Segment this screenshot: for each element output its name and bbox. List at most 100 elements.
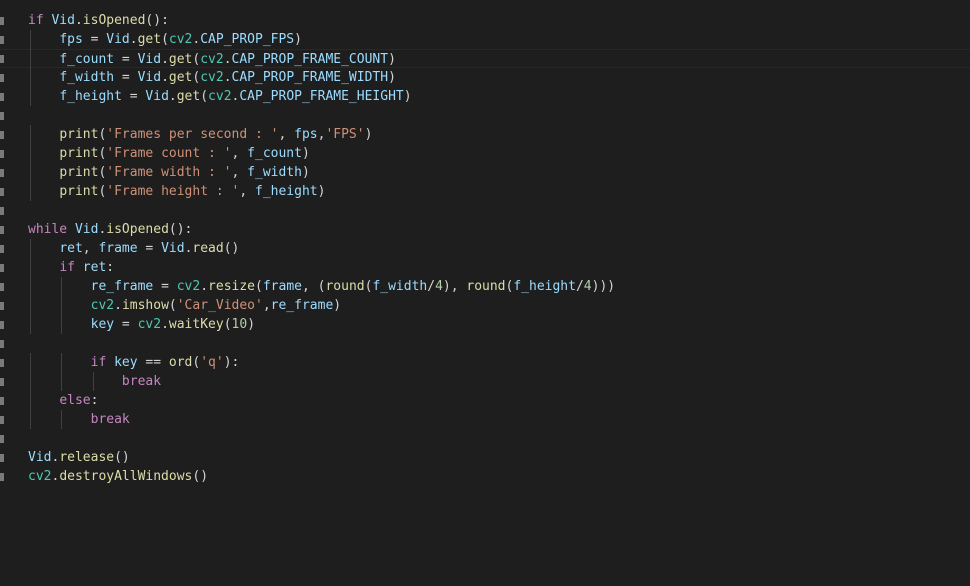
code-token: 'Frame count : ' <box>106 146 232 161</box>
code-token: if <box>59 260 75 275</box>
indent-guide <box>30 144 31 163</box>
code-token: round <box>466 279 506 294</box>
code-editor[interactable]: if Vid.isOpened(): fps = Vid.get(cv2.CAP… <box>0 0 970 586</box>
code-token: . <box>129 32 138 47</box>
code-token: break <box>90 412 130 427</box>
code-token: . <box>161 70 169 85</box>
code-token: ) <box>294 32 302 47</box>
code-line-text: if key == ord('q'): <box>28 353 240 372</box>
code-line[interactable]: if ret: <box>0 258 970 277</box>
code-line[interactable] <box>0 334 970 353</box>
code-token: get <box>176 89 201 104</box>
code-token: . <box>223 70 232 85</box>
code-line[interactable]: print('Frame count : ', f_count) <box>0 144 970 163</box>
code-line-text: cv2.destroyAllWindows() <box>28 467 208 486</box>
code-line[interactable]: ret, frame = Vid.read() <box>0 239 970 258</box>
code-token: frame <box>262 279 302 294</box>
code-line[interactable]: f_width = Vid.get(cv2.CAP_PROP_FRAME_WID… <box>0 68 970 87</box>
code-token: (): <box>145 13 169 28</box>
code-line[interactable] <box>0 429 970 448</box>
gutter-line-marker <box>0 473 4 481</box>
code-token: round <box>325 279 365 294</box>
code-token: == <box>137 355 169 370</box>
code-token: waitKey <box>168 317 224 332</box>
gutter-line-marker <box>0 188 4 196</box>
code-token: Vid <box>137 52 162 67</box>
code-line-text: f_height = Vid.get(cv2.CAP_PROP_FRAME_HE… <box>28 87 411 106</box>
code-line-text: break <box>28 372 161 391</box>
code-token: : <box>106 260 115 275</box>
indent-guide <box>61 277 63 296</box>
code-token: ( <box>223 317 232 332</box>
code-token: Vid <box>74 222 99 237</box>
code-token: . <box>200 279 209 294</box>
code-token: cv2 <box>28 469 52 484</box>
code-token: = <box>114 70 138 85</box>
code-line-text: print('Frame width : ', f_width) <box>28 163 309 182</box>
code-line[interactable]: break <box>0 372 970 391</box>
code-token: . <box>223 52 232 67</box>
code-token: , <box>231 165 248 180</box>
code-line[interactable]: re_frame = cv2.resize(frame, (round(f_wi… <box>0 277 970 296</box>
code-token: get <box>168 52 193 67</box>
code-token: re_frame <box>90 279 154 294</box>
indent-guide <box>30 277 31 296</box>
indent-guide <box>30 353 31 372</box>
code-line[interactable] <box>0 106 970 125</box>
code-token: f_count <box>247 146 302 161</box>
code-line[interactable]: print('Frame width : ', f_width) <box>0 163 970 182</box>
code-line[interactable]: Vid.release() <box>0 448 970 467</box>
code-line[interactable]: fps = Vid.get(cv2.CAP_PROP_FPS) <box>0 30 970 49</box>
code-token: frame <box>98 241 138 256</box>
code-line[interactable] <box>0 201 970 220</box>
code-token: ) <box>388 52 396 67</box>
code-line[interactable]: key = cv2.waitKey(10) <box>0 315 970 334</box>
code-token: CAP_PROP_FRAME_WIDTH <box>231 70 389 85</box>
code-line[interactable]: if key == ord('q'): <box>0 353 970 372</box>
indent-guide <box>30 125 31 144</box>
code-line[interactable]: print('Frames per second : ', fps,'FPS') <box>0 125 970 144</box>
code-line-text: break <box>28 410 130 429</box>
code-line[interactable]: else: <box>0 391 970 410</box>
code-token: imshow <box>121 298 169 313</box>
code-token: destroyAllWindows <box>59 469 193 484</box>
code-line[interactable]: while Vid.isOpened(): <box>0 220 970 239</box>
code-token: fps <box>59 32 83 47</box>
code-token: f_height <box>59 89 122 104</box>
code-line[interactable]: print('Frame height : ', f_height) <box>0 182 970 201</box>
code-line[interactable]: break <box>0 410 970 429</box>
indent-guide <box>30 68 31 87</box>
gutter-line-marker <box>0 264 4 272</box>
code-token: 'Frames per second : ' <box>106 127 279 142</box>
gutter-line-marker <box>0 283 4 291</box>
code-token: print <box>59 127 99 142</box>
code-line[interactable]: f_count = Vid.get(cv2.CAP_PROP_FRAME_COU… <box>0 49 970 68</box>
code-token: , ( <box>301 279 326 294</box>
code-token: f_count <box>59 52 115 67</box>
code-token: ) <box>388 70 396 85</box>
code-token: . <box>168 89 177 104</box>
code-line[interactable]: f_height = Vid.get(cv2.CAP_PROP_FRAME_HE… <box>0 87 970 106</box>
code-line[interactable]: cv2.destroyAllWindows() <box>0 467 970 486</box>
code-line-text: print('Frame count : ', f_count) <box>28 144 309 163</box>
indent-guide <box>30 87 31 106</box>
code-token: CAP_PROP_FRAME_COUNT <box>231 52 389 67</box>
code-line-text: if ret: <box>28 258 114 277</box>
code-token: cv2 <box>208 89 232 104</box>
code-token: , <box>262 298 271 313</box>
indent-guide <box>30 163 31 182</box>
code-line[interactable]: cv2.imshow('Car_Video',re_frame) <box>0 296 970 315</box>
code-token: () <box>192 469 209 484</box>
indent-guide <box>61 353 63 372</box>
code-token: ) <box>333 298 342 313</box>
indent-guide <box>92 372 94 391</box>
code-line[interactable]: if Vid.isOpened(): <box>0 11 970 30</box>
